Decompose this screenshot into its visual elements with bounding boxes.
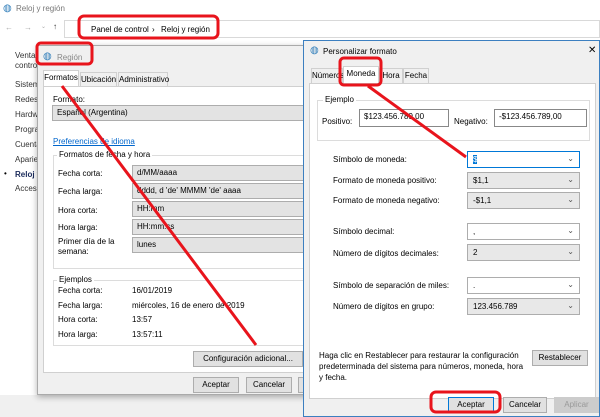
- annotation-box-breadcrumb: [77, 14, 220, 40]
- annotation-box-region: [35, 41, 94, 66]
- annotation-line-moneda: [367, 84, 467, 159]
- annotations: [35, 14, 502, 414]
- annotation-line-formatos: [60, 85, 258, 346]
- annotation-box-aceptar: [429, 390, 502, 414]
- annotation-box-moneda: [338, 56, 383, 87]
